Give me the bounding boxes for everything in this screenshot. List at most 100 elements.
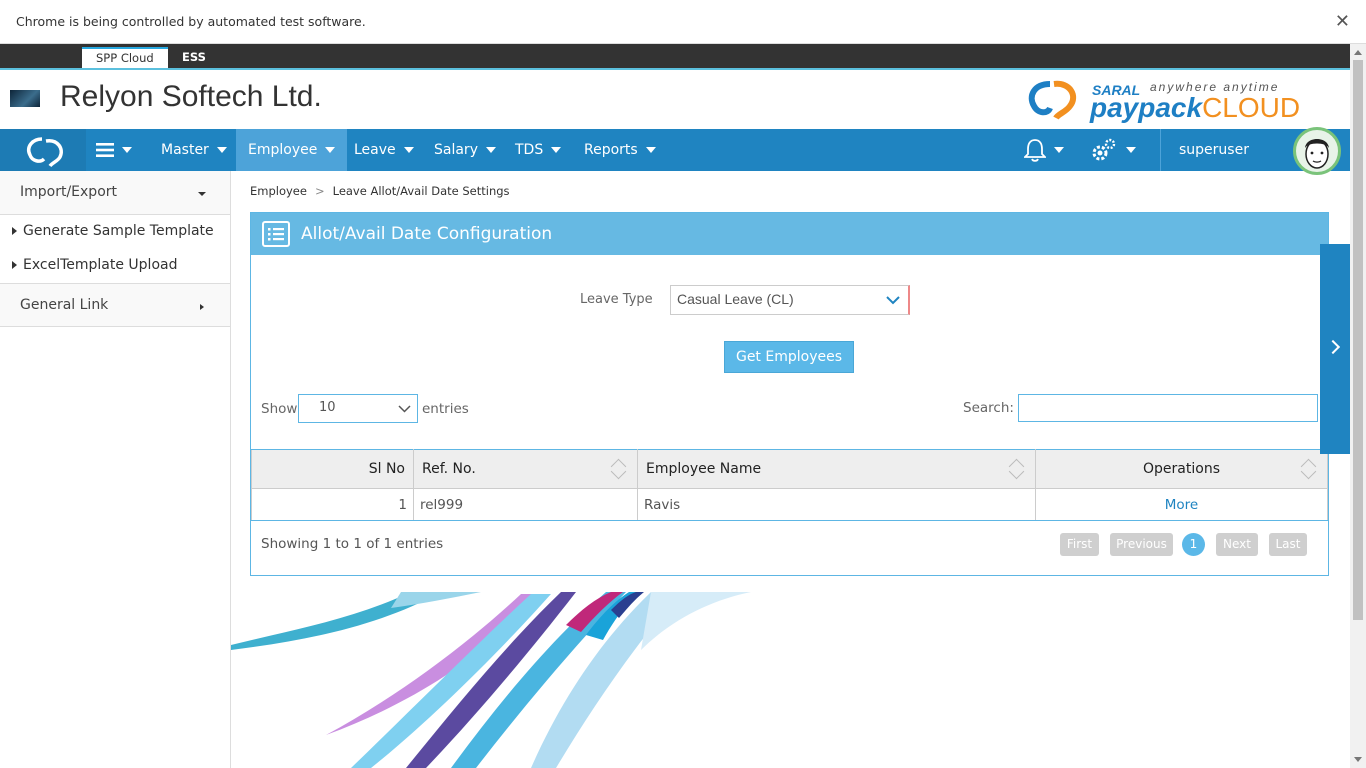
more-link[interactable]: More	[1035, 488, 1328, 521]
header-label: Sl No	[368, 461, 405, 477]
main-navbar: Master Employee Leave Salary TDS Reports…	[0, 127, 1350, 175]
leave-type-label: Leave Type	[580, 292, 653, 307]
sidebar: Import/Export Generate Sample Template E…	[0, 171, 231, 768]
cell-sl-no: 1	[251, 488, 414, 521]
hamburger-icon	[96, 143, 114, 157]
sidebar-item-label: ExcelTemplate Upload	[23, 257, 178, 273]
panel-title: Allot/Avail Date Configuration	[301, 224, 553, 244]
company-name: Relyon Softech Ltd.	[60, 80, 322, 113]
pagination-page-1[interactable]: 1	[1182, 533, 1205, 556]
chevron-down-icon	[325, 147, 336, 153]
nav-leave-label: Leave	[354, 142, 396, 158]
column-header-employee-name[interactable]: Employee Name	[637, 449, 1036, 489]
nav-master-label: Master	[161, 142, 209, 158]
chevron-down-icon	[485, 147, 496, 153]
breadcrumb-separator-icon: >	[314, 184, 325, 198]
cell-employee-name: Ravis	[637, 488, 1036, 521]
nav-employee[interactable]: Employee	[236, 129, 348, 171]
close-icon[interactable]: ✕	[1335, 11, 1350, 32]
chevron-down-icon	[645, 147, 656, 153]
chevron-down-icon	[198, 192, 206, 196]
user-face-icon	[1305, 139, 1329, 169]
scrollbar-thumb[interactable]	[1353, 60, 1363, 620]
leave-type-select[interactable]: Casual Leave (CL)	[670, 285, 910, 315]
chevron-right-icon	[200, 304, 204, 310]
caret-right-icon	[12, 261, 17, 269]
get-employees-button[interactable]: Get Employees	[724, 341, 854, 373]
nav-leave[interactable]: Leave	[344, 129, 424, 171]
sort-icon	[1009, 460, 1025, 480]
side-panel-toggle[interactable]	[1320, 244, 1350, 454]
pagination-first[interactable]: First	[1060, 533, 1099, 556]
tab-ess[interactable]: ESS	[168, 47, 220, 68]
brand-logo: SARAL anywhere anytime paypackCLOUD	[1020, 74, 1320, 126]
nav-reports[interactable]: Reports	[574, 129, 666, 171]
sidebar-item-label: Generate Sample Template	[23, 223, 214, 239]
pagination-previous[interactable]: Previous	[1110, 533, 1173, 556]
brand-mark-icon	[1028, 80, 1077, 120]
sort-icon	[611, 460, 627, 480]
breadcrumb: Employee > Leave Allot/Avail Date Settings	[250, 184, 510, 198]
app-header: Relyon Softech Ltd. SARAL anywhere anyti…	[0, 68, 1350, 129]
sidebar-section-general-link[interactable]: General Link	[0, 283, 230, 327]
chevron-down-icon	[403, 147, 414, 153]
entries-label: entries	[422, 401, 469, 417]
menu-hamburger-button[interactable]	[86, 129, 142, 171]
home-button[interactable]	[0, 129, 86, 171]
nav-tds[interactable]: TDS	[505, 129, 571, 171]
sidebar-section-import-export[interactable]: Import/Export	[0, 171, 230, 215]
header-label: Operations	[1143, 461, 1220, 477]
nav-reports-label: Reports	[584, 142, 638, 158]
table-row: 1 rel999 Ravis More	[251, 488, 1328, 521]
tab-spp-cloud[interactable]: SPP Cloud	[82, 47, 168, 68]
chevron-down-icon	[1126, 147, 1136, 153]
sidebar-item-generate-sample-template[interactable]: Generate Sample Template	[0, 215, 230, 249]
avatar[interactable]	[1293, 127, 1341, 175]
chevron-right-icon	[1325, 339, 1341, 355]
column-header-sl-no[interactable]: Sl No	[251, 449, 414, 489]
page-length-select[interactable]: 10	[298, 394, 418, 423]
nav-tds-label: TDS	[515, 142, 544, 158]
search-input[interactable]	[1018, 394, 1318, 422]
nav-master[interactable]: Master	[151, 129, 237, 171]
nav-employee-label: Employee	[248, 142, 318, 158]
gears-icon	[1092, 138, 1116, 161]
chevron-down-icon	[216, 147, 227, 153]
table-info: Showing 1 to 1 of 1 entries	[261, 536, 444, 552]
brand-cloud-text: CLOUD	[1202, 92, 1301, 123]
brand-paypack-text: paypack	[1090, 92, 1203, 123]
chevron-down-icon	[398, 405, 411, 413]
pagination-next[interactable]: Next	[1216, 533, 1258, 556]
bell-icon	[1022, 139, 1048, 162]
column-header-operations[interactable]: Operations	[1035, 449, 1328, 489]
breadcrumb-current: Leave Allot/Avail Date Settings	[332, 184, 510, 198]
chevron-down-icon	[551, 147, 562, 153]
leave-type-value: Casual Leave (CL)	[677, 291, 794, 307]
search-label: Search:	[963, 400, 1014, 416]
automation-infobar: Chrome is being controlled by automated …	[0, 0, 1366, 44]
employees-table: Sl No Ref. No. Employee Name Operations …	[251, 449, 1328, 521]
sort-icon	[1301, 460, 1317, 480]
scroll-up-icon[interactable]	[1354, 50, 1362, 55]
table-header-row: Sl No Ref. No. Employee Name Operations	[251, 449, 1328, 489]
username: superuser	[1179, 142, 1249, 158]
chevron-down-icon	[1054, 147, 1064, 153]
page-scrollbar[interactable]	[1350, 44, 1366, 768]
notifications-button[interactable]	[1014, 129, 1074, 171]
pagination-last[interactable]: Last	[1269, 533, 1307, 556]
sidebar-section-label: General Link	[20, 297, 109, 313]
cell-ref-no: rel999	[413, 488, 638, 521]
list-lines-icon	[268, 228, 284, 241]
chevron-down-icon	[122, 147, 132, 153]
breadcrumb-parent[interactable]: Employee	[250, 184, 307, 198]
header-label: Ref. No.	[422, 461, 476, 477]
nav-salary[interactable]: Salary	[424, 129, 506, 171]
app-tab-strip: SPP Cloud ESS	[0, 44, 1366, 68]
scroll-down-icon[interactable]	[1354, 757, 1362, 762]
user-menu[interactable]: superuser	[1160, 127, 1341, 175]
panel-header: Allot/Avail Date Configuration	[251, 213, 1328, 255]
column-header-ref-no[interactable]: Ref. No.	[413, 449, 638, 489]
settings-button[interactable]	[1080, 129, 1146, 171]
sidebar-item-excel-template-upload[interactable]: ExcelTemplate Upload	[0, 249, 230, 283]
brand-paypack: paypackCLOUD	[1090, 92, 1300, 124]
